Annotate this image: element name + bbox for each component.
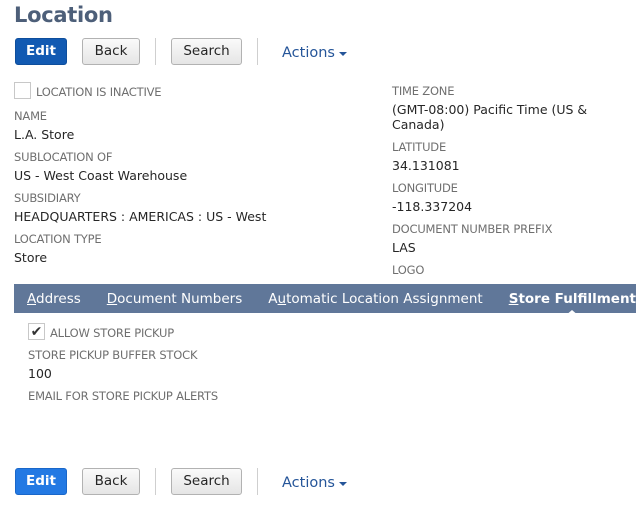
toolbar-divider [257, 467, 258, 495]
document-prefix-field: DOCUMENT NUMBER PREFIX LAS [392, 222, 636, 255]
field-label: TIME ZONE [392, 84, 455, 98]
toolbar-divider [155, 37, 156, 65]
field-value: (GMT-08:00) Pacific Time (US & Canada) [392, 102, 588, 132]
field-label: LOCATION IS INACTIVE [36, 84, 162, 99]
time-zone-field: TIME ZONE (GMT-08:00) Pacific Time (US &… [392, 84, 636, 132]
longitude-field: LONGITUDE -118.337204 [392, 181, 636, 214]
tab-address[interactable]: Address [27, 291, 81, 307]
field-label: SUBSIDIARY [14, 191, 81, 205]
edit-button[interactable]: Edit [15, 37, 67, 65]
field-label: DOCUMENT NUMBER PREFIX [392, 222, 553, 236]
field-value: LAS [392, 240, 416, 255]
field-value: US - West Coast Warehouse [14, 168, 188, 183]
toolbar-divider [257, 37, 258, 65]
field-label: LONGITUDE [392, 181, 458, 195]
back-button[interactable]: Back [82, 37, 140, 65]
field-label: STORE PICKUP BUFFER STOCK [28, 348, 198, 362]
edit-button[interactable]: Edit [15, 467, 67, 495]
accesskey: A [27, 290, 36, 307]
tab-label: tomatic Location Assignment [286, 290, 483, 307]
field-value: 100 [28, 366, 52, 381]
actions-menu[interactable]: Actions [282, 45, 347, 61]
subsidiary-field: SUBSIDIARY HEADQUARTERS : AMERICAS : US … [14, 191, 384, 224]
field-label: LOCATION TYPE [14, 232, 102, 246]
sublocation-field: SUBLOCATION OF US - West Coast Warehouse [14, 150, 384, 183]
checkmark-icon: ✔ [30, 323, 43, 340]
actions-label: Actions [282, 45, 335, 61]
field-label: NAME [14, 109, 47, 123]
field-value: Store [14, 250, 48, 265]
field-label: SUBLOCATION OF [14, 150, 113, 164]
subtab-bar: Address Document Numbers Automatic Locat… [14, 284, 636, 316]
caret-down-icon [338, 482, 347, 486]
accesskey: D [106, 290, 118, 307]
field-label: EMAIL FOR STORE PICKUP ALERTS [28, 389, 218, 403]
field-label: ALLOW STORE PICKUP [50, 325, 174, 340]
tab-label: ddress [36, 290, 81, 307]
field-value: -118.337204 [392, 199, 473, 214]
email-alerts-field: EMAIL FOR STORE PICKUP ALERTS [28, 389, 428, 403]
accesskey: u [277, 290, 287, 307]
tab-label: tore Fulfillment [518, 290, 636, 307]
tab-document-numbers[interactable]: Document Numbers [107, 291, 243, 307]
main-fields-left: LOCATION IS INACTIVE NAME L.A. Store SUB… [14, 82, 384, 273]
location-type-field: LOCATION TYPE Store [14, 232, 384, 265]
accesskey: S [508, 290, 519, 307]
actions-menu[interactable]: Actions [282, 475, 347, 491]
location-inactive-checkbox[interactable] [14, 82, 31, 99]
name-field: NAME L.A. Store [14, 109, 384, 142]
tab-automatic-location-assignment[interactable]: Automatic Location Assignment [268, 291, 482, 307]
bottom-toolbar: Edit Back Search Actions [15, 466, 347, 496]
actions-label: Actions [282, 475, 335, 491]
back-button[interactable]: Back [82, 467, 140, 495]
toolbar-divider [155, 467, 156, 495]
allow-store-pickup-checkbox[interactable]: ✔ [28, 323, 45, 340]
tab-label: A [268, 290, 278, 307]
tab-store-fulfillment[interactable]: Store Fulfillment [508, 290, 636, 316]
field-label: LATITUDE [392, 140, 447, 154]
store-fulfillment-panel: ✔ ALLOW STORE PICKUP STORE PICKUP BUFFER… [28, 323, 428, 411]
caret-down-icon [338, 52, 347, 56]
allow-store-pickup-field: ✔ ALLOW STORE PICKUP [28, 323, 428, 340]
main-fields-right: TIME ZONE (GMT-08:00) Pacific Time (US &… [392, 84, 636, 285]
tab-label: ocument Numbers [117, 290, 243, 307]
latitude-field: LATITUDE 34.131081 [392, 140, 636, 173]
field-value: HEADQUARTERS : AMERICAS : US - West [14, 209, 267, 224]
field-label: LOGO [392, 263, 425, 277]
field-value: L.A. Store [14, 127, 75, 142]
search-button[interactable]: Search [171, 467, 242, 495]
field-value: 34.131081 [392, 158, 460, 173]
logo-field: LOGO [392, 263, 636, 277]
page-title: Location [14, 3, 113, 27]
buffer-stock-field: STORE PICKUP BUFFER STOCK 100 [28, 348, 428, 381]
top-toolbar: Edit Back Search Actions [15, 36, 347, 66]
search-button[interactable]: Search [171, 37, 242, 65]
location-inactive-field: LOCATION IS INACTIVE [14, 82, 384, 99]
